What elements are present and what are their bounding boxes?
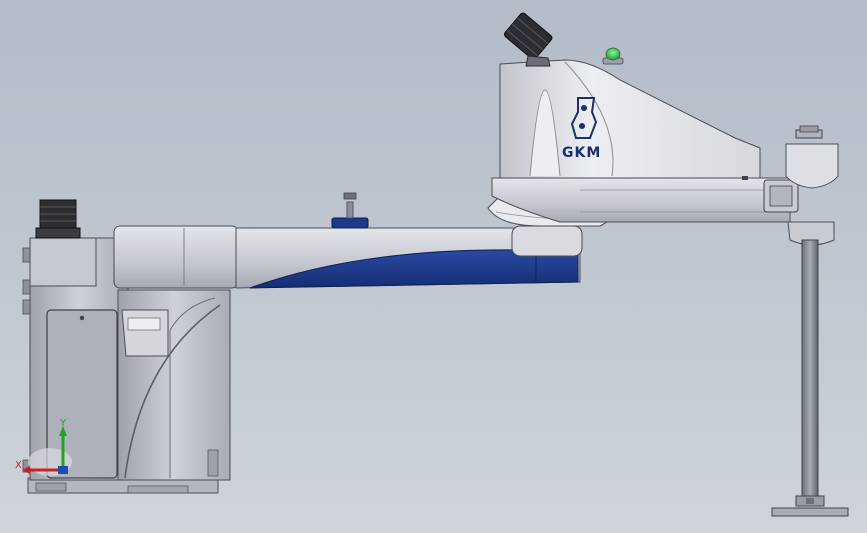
arm-top-fitting[interactable]	[331, 192, 369, 229]
status-indicator-light[interactable]	[602, 47, 624, 65]
first-arm-link[interactable]	[113, 225, 583, 289]
top-cable-gland[interactable]	[503, 12, 553, 67]
brand-name: GKM	[562, 145, 601, 161]
scara-robot-model[interactable]: GKM Y X	[0, 0, 867, 533]
second-arm-link[interactable]	[487, 59, 799, 227]
cad-viewport[interactable]: GKM Y X	[0, 0, 867, 533]
x-axis-label: X	[15, 460, 22, 471]
y-axis-label: Y	[59, 418, 67, 429]
